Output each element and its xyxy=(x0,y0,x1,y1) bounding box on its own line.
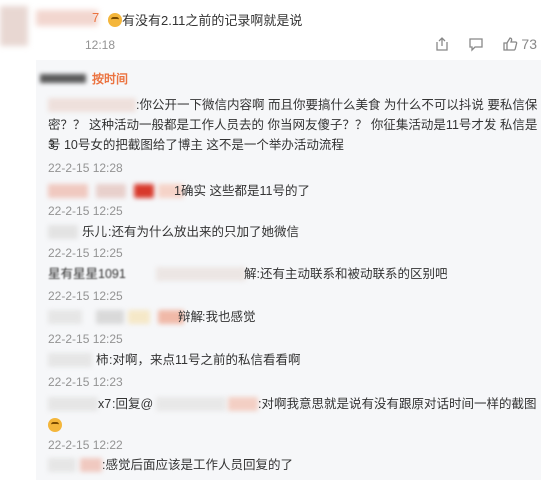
reply-text: 号 10号女的把截图给了博主 这不是一个举办活动流程 xyxy=(48,138,344,152)
avatar[interactable] xyxy=(48,458,76,472)
reply-text: 解:还有主动联系和被动联系的区别吧 xyxy=(244,267,448,281)
reply-text: :对啊，来点11号之前的私信看看啊 xyxy=(109,353,301,367)
username-fragment[interactable]: 乐儿 xyxy=(82,222,107,242)
thinking-emoji-icon xyxy=(48,418,62,432)
username-redacted[interactable] xyxy=(96,310,124,324)
reply-text: :我也感觉 xyxy=(202,310,256,324)
like-count: 73 xyxy=(521,36,537,52)
username-redacted[interactable] xyxy=(128,310,150,324)
mention-redacted[interactable] xyxy=(156,397,226,411)
avatar[interactable] xyxy=(48,225,78,239)
sort-bar: 按时间 xyxy=(36,68,541,88)
reply-time: 22-2-15 12:22 xyxy=(48,438,123,452)
reply-text: :还有为什么放出来的只加了她微信 xyxy=(108,225,299,239)
reply-text: :你公开一下微信内容啊 而且你要搞什么美食 为什么不可以抖说 要私信保 xyxy=(136,98,538,112)
username-fragment[interactable]: 7 xyxy=(92,10,99,25)
reply-time: 22-2-15 12:25 xyxy=(48,289,123,303)
sort-by-time-tab[interactable]: 按时间 xyxy=(92,70,128,87)
reply-time: 22-2-15 12:25 xyxy=(48,332,123,346)
reply-text: 确实 这些都是11号的了 xyxy=(181,184,310,198)
share-icon xyxy=(436,37,449,51)
reply-text: :对啊我意思就是说有没有跟原对话时间一样的截图 xyxy=(258,397,537,411)
avatar[interactable] xyxy=(48,184,88,198)
username-fragment[interactable]: 星有星星1091 xyxy=(48,264,126,284)
avatar[interactable] xyxy=(48,310,82,324)
like-button[interactable]: 73 xyxy=(502,36,537,52)
username-redacted[interactable] xyxy=(48,98,136,112)
username-redacted[interactable] xyxy=(80,458,102,472)
comment-icon xyxy=(469,38,484,52)
like-icon xyxy=(503,37,518,51)
comment-actions: 73 xyxy=(434,36,537,52)
username-redacted[interactable] xyxy=(134,184,154,198)
username-fragment[interactable]: 1 xyxy=(174,181,181,201)
username-fragment[interactable]: 辩解 xyxy=(178,307,203,327)
username-fragment[interactable]: x7 xyxy=(98,394,111,414)
sort-option-redacted[interactable] xyxy=(40,74,86,83)
comment-text: 有没有2.11之前的记录啊就是说 xyxy=(108,10,302,29)
username-redacted[interactable] xyxy=(36,10,98,26)
thinking-emoji-icon xyxy=(108,13,122,27)
reply-thread: 按时间 :你公开一下微信内容啊 而且你要搞什么美食 为什么不可以抖说 要私信保 … xyxy=(36,60,541,480)
reply-text: :回复@ xyxy=(112,397,154,411)
reply-time: 22-2-15 12:28 xyxy=(48,161,123,175)
username-redacted[interactable] xyxy=(96,184,126,198)
avatar[interactable] xyxy=(48,353,92,367)
reply-time: 22-2-15 12:25 xyxy=(48,204,123,218)
username-fragment[interactable]: 柿 xyxy=(96,350,109,370)
top-comment: 7 有没有2.11之前的记录啊就是说 12:18 73 xyxy=(0,0,547,60)
reply-text: :感觉后面应该是工作人员回复的了 xyxy=(102,458,293,472)
comment-time: 12:18 xyxy=(85,38,116,52)
username-redacted[interactable] xyxy=(156,267,246,281)
share-button[interactable] xyxy=(434,36,450,52)
avatar[interactable] xyxy=(48,397,98,411)
mention-redacted[interactable] xyxy=(228,397,258,411)
comment-button[interactable] xyxy=(468,36,484,52)
avatar[interactable] xyxy=(0,6,28,46)
reply-time: 22-2-15 12:23 xyxy=(48,375,123,389)
reply-time: 22-2-15 12:25 xyxy=(48,246,123,260)
